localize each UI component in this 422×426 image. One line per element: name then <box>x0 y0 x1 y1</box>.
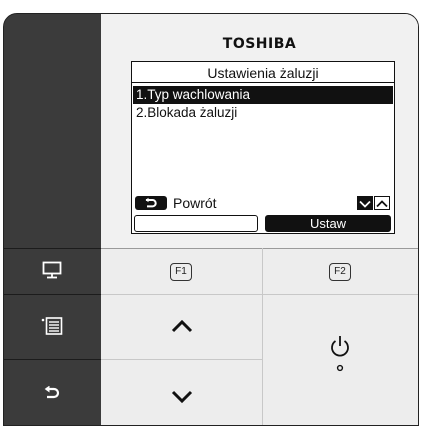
scroll-arrows <box>357 196 391 210</box>
lcd-screen: Ustawienia żaluzji 1.Typ wachlowania 2.B… <box>131 61 395 234</box>
display-area: TOSHIBA Ustawienia żaluzji 1.Typ wachlow… <box>101 14 418 248</box>
f1-soft-label <box>134 215 258 232</box>
menu-list-icon <box>41 317 63 335</box>
chevron-up-icon <box>374 196 390 210</box>
menu-button[interactable] <box>4 295 101 359</box>
return-button[interactable] <box>4 360 101 425</box>
power-icon <box>331 336 349 372</box>
chevron-down-icon <box>357 196 373 210</box>
controller-panel: TOSHIBA Ustawienia żaluzji 1.Typ wachlow… <box>3 13 419 426</box>
f1-button[interactable]: F1 <box>101 249 262 294</box>
screen-title: Ustawienia żaluzji <box>207 65 319 81</box>
chevron-down-icon <box>171 390 193 404</box>
title-underline <box>132 82 394 83</box>
menu-item-swing-type[interactable]: 1.Typ wachlowania <box>133 86 393 104</box>
f2-key-label: F2 <box>329 263 351 281</box>
right-area: TOSHIBA Ustawienia żaluzji 1.Typ wachlow… <box>101 14 418 425</box>
left-button-column <box>4 14 101 425</box>
return-icon <box>44 386 60 399</box>
back-hint: Powrót <box>135 194 255 212</box>
f2-soft-label: Ustaw <box>265 215 391 232</box>
up-button[interactable] <box>101 295 262 359</box>
menu-item-louver-lock[interactable]: 2.Blokada żaluzji <box>133 104 393 122</box>
f2-button[interactable]: F2 <box>263 249 418 294</box>
chevron-up-icon <box>171 319 193 333</box>
back-key-badge <box>135 196 167 210</box>
brand-logo: TOSHIBA <box>222 36 297 52</box>
power-button[interactable] <box>263 295 418 425</box>
monitor-button[interactable] <box>4 249 101 294</box>
return-icon <box>145 197 157 208</box>
remote-controller: TOSHIBA Ustawienia żaluzji 1.Typ wachlow… <box>0 0 422 426</box>
back-label: Powrót <box>173 195 217 211</box>
f1-key-label: F1 <box>170 263 192 281</box>
monitor-icon <box>42 261 62 279</box>
down-button[interactable] <box>101 360 262 425</box>
